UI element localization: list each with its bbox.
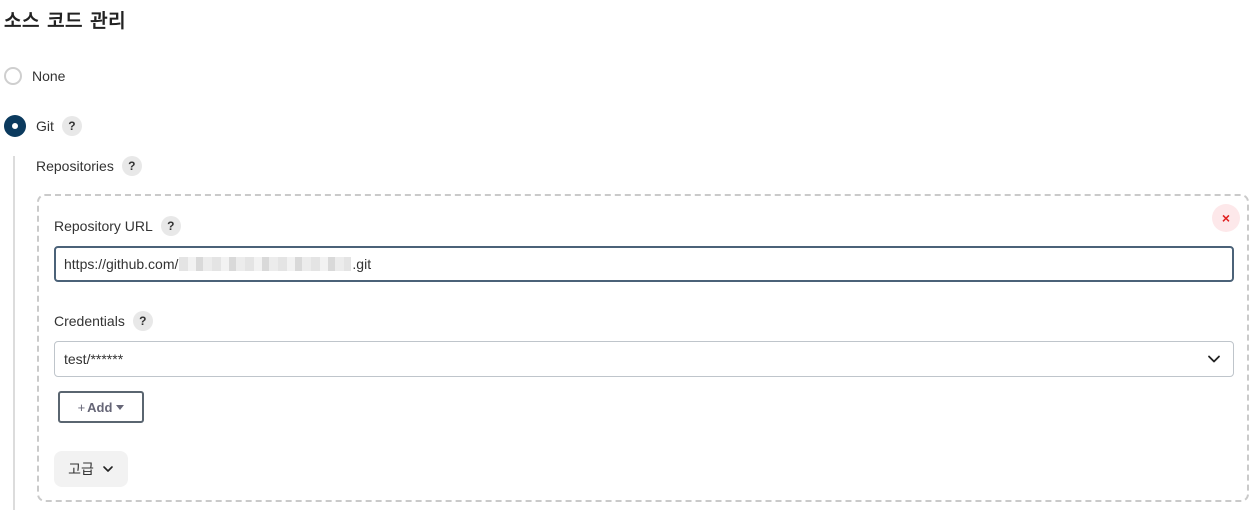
git-help-icon[interactable]: ? bbox=[61, 116, 82, 136]
radio-none-label: None bbox=[32, 68, 66, 84]
scm-option-git[interactable]: Git ? bbox=[4, 115, 82, 137]
radio-git[interactable] bbox=[4, 115, 26, 137]
credentials-help-icon[interactable]: ? bbox=[132, 311, 153, 331]
radio-git-label: Git bbox=[36, 118, 54, 134]
repository-url-help-icon[interactable]: ? bbox=[160, 216, 181, 236]
add-button-label: Add bbox=[87, 399, 113, 415]
credentials-value: test/****** bbox=[64, 351, 124, 367]
repositories-help-icon[interactable]: ? bbox=[121, 156, 142, 176]
repositories-label: Repositories bbox=[36, 158, 114, 174]
repository-url-label: Repository URL bbox=[54, 218, 153, 234]
add-credentials-button[interactable]: + Add bbox=[58, 391, 144, 423]
nest-line bbox=[13, 156, 15, 510]
section-title: 소스 코드 관리 bbox=[4, 10, 127, 32]
advanced-button[interactable]: 고급 bbox=[54, 451, 128, 487]
advanced-button-label: 고급 bbox=[68, 462, 94, 478]
url-prefix: https://github.com/ bbox=[64, 256, 179, 272]
repository-url-header: Repository URL ? bbox=[54, 216, 181, 236]
chevron-down-icon bbox=[1207, 352, 1221, 369]
redacted-segment bbox=[179, 257, 352, 271]
repository-url-input[interactable]: https://github.com/ .git bbox=[54, 246, 1234, 282]
chevron-down-icon bbox=[103, 466, 113, 472]
credentials-label: Credentials bbox=[54, 313, 125, 329]
radio-none[interactable] bbox=[4, 67, 22, 85]
scm-option-none[interactable]: None bbox=[4, 67, 65, 85]
url-suffix: .git bbox=[352, 256, 372, 272]
delete-repository-button[interactable]: × bbox=[1212, 204, 1240, 232]
credentials-header: Credentials ? bbox=[54, 311, 153, 331]
repositories-header: Repositories ? bbox=[36, 156, 142, 176]
credentials-select[interactable]: test/****** bbox=[54, 341, 1234, 377]
caret-down-icon bbox=[116, 404, 125, 410]
plus-icon: + bbox=[77, 399, 86, 415]
